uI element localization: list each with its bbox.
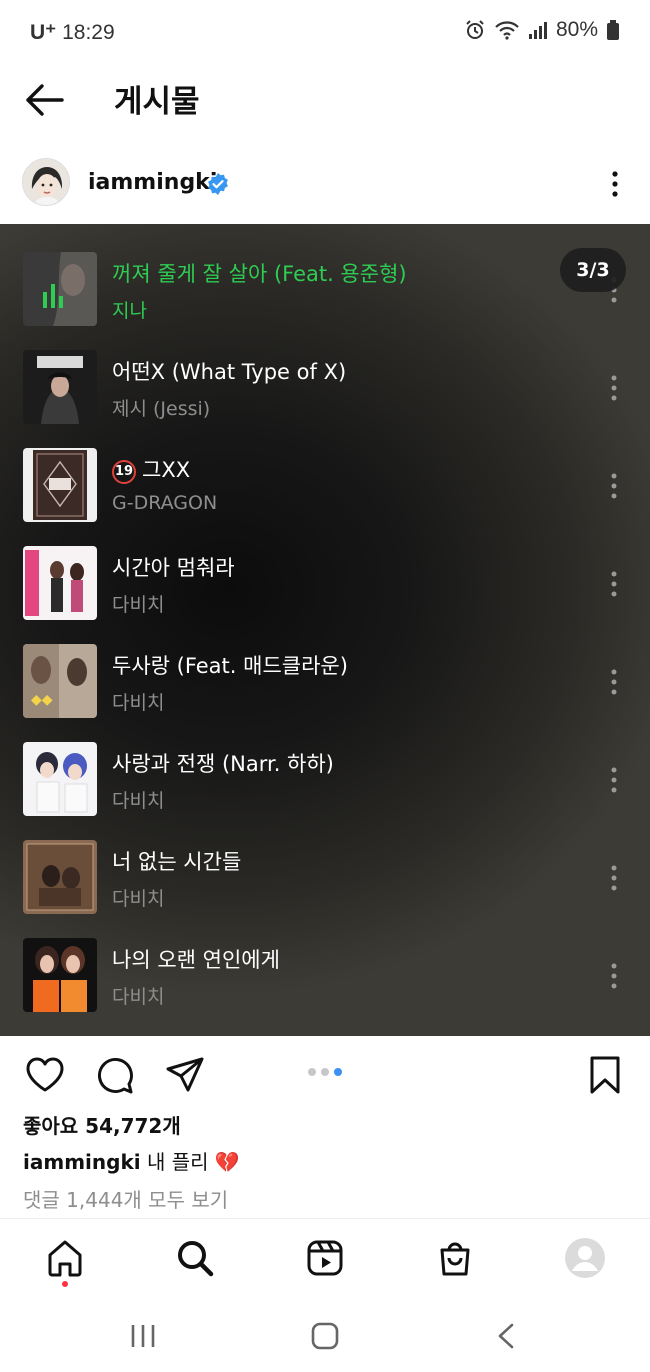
avatar-illustration	[23, 159, 69, 205]
track-more-icon[interactable]	[604, 568, 624, 600]
playlist-track[interactable]: 어떤X (What Type of X) 제시 (Jessi)	[0, 322, 650, 424]
track-artist: 다비치	[112, 594, 165, 616]
post-media[interactable]: 3/3 꺼져 줄게 잘 살아 (Feat. 용준형) 지나 어떤X (What …	[0, 224, 650, 1036]
track-more-icon[interactable]	[604, 470, 624, 502]
comment-icon[interactable]	[94, 1054, 136, 1096]
post-caption: iammingki 내 플리 💔	[23, 1146, 240, 1175]
track-artist: G-DRAGON	[112, 492, 218, 514]
explicit-19-badge: 19	[112, 460, 136, 484]
track-title: 시간아 멈춰라	[112, 556, 235, 580]
post-header: 게시물	[0, 62, 650, 142]
playlist-track[interactable]: 19 그XX G-DRAGON	[0, 420, 650, 522]
carousel-dot	[321, 1068, 329, 1076]
track-artist: 다비치	[112, 986, 165, 1008]
track-artist: 제시 (Jessi)	[112, 398, 211, 420]
status-bar: U⁺ 18:29 80%	[0, 0, 650, 62]
playlist-track[interactable]: 시간아 멈춰라 다비치	[0, 518, 650, 620]
like-count[interactable]: 좋아요 54,772개	[23, 1110, 181, 1139]
bottom-nav	[0, 1218, 650, 1300]
track-title: 사랑과 전쟁 (Narr. 하하)	[112, 752, 334, 776]
carousel-dot	[308, 1068, 316, 1076]
playlist-track[interactable]: ◆◆ 두사랑 (Feat. 매드클라운) 다비치	[0, 616, 650, 718]
heart-icon[interactable]	[24, 1054, 66, 1096]
battery-icon	[607, 20, 619, 40]
track-artist: 다비치	[112, 888, 165, 910]
album-cover	[23, 546, 97, 620]
track-title: 너 없는 시간들	[112, 850, 242, 874]
track-title: 19 그XX	[112, 454, 190, 484]
album-cover	[23, 840, 97, 914]
caption-username[interactable]: iammingki	[23, 1150, 141, 1174]
playlist-track[interactable]: 꺼져 줄게 잘 살아 (Feat. 용준형) 지나	[0, 224, 650, 326]
signal-icon	[528, 22, 547, 39]
media-counter: 3/3	[560, 248, 626, 292]
svg-text:◆◆: ◆◆	[31, 692, 53, 708]
battery-percent: 80%	[555, 18, 598, 41]
track-title: 나의 오랜 연인에게	[112, 948, 280, 972]
post-author-row: iammingki	[0, 150, 650, 222]
carrier-label: U⁺ 18:29	[30, 21, 115, 44]
recents-icon[interactable]	[128, 1322, 158, 1350]
post-actions	[0, 1036, 650, 1112]
track-more-icon[interactable]	[604, 372, 624, 404]
page-title: 게시물	[114, 84, 200, 120]
caption-text: 내 플리 💔	[140, 1150, 240, 1174]
search-icon[interactable]	[174, 1237, 216, 1279]
post-username[interactable]: iammingki	[88, 170, 217, 195]
track-artist: 지나	[112, 300, 147, 322]
reels-icon[interactable]	[304, 1237, 346, 1279]
album-cover	[23, 742, 97, 816]
arrow-left-icon[interactable]	[22, 80, 66, 120]
profile-icon[interactable]	[564, 1237, 606, 1279]
playlist-track[interactable]: 사랑과 전쟁 (Narr. 하하) 다비치	[0, 714, 650, 816]
track-title-text: 그XX	[142, 458, 191, 482]
verified-badge-icon	[208, 173, 228, 195]
track-title: 두사랑 (Feat. 매드클라운)	[112, 654, 348, 678]
alarm-icon	[466, 20, 484, 39]
home-icon[interactable]	[44, 1237, 86, 1279]
track-more-icon[interactable]	[604, 862, 624, 894]
album-cover	[23, 448, 97, 522]
system-nav-bar	[0, 1300, 650, 1372]
more-options-icon[interactable]	[600, 166, 630, 202]
status-time: 18:29	[62, 21, 115, 44]
avatar[interactable]	[22, 158, 70, 206]
view-comments-link[interactable]: 댓글 1,444개 모두 보기	[23, 1184, 228, 1213]
album-cover	[23, 350, 97, 424]
album-cover	[23, 252, 97, 326]
playlist-track[interactable]: 너 없는 시간들 다비치	[0, 812, 650, 914]
carousel-indicator	[308, 1068, 342, 1076]
bookmark-icon[interactable]	[584, 1054, 626, 1096]
track-more-icon[interactable]	[604, 764, 624, 796]
equalizer-icon	[43, 292, 47, 308]
wifi-icon	[495, 21, 519, 40]
system-back-icon[interactable]	[494, 1322, 518, 1350]
track-more-icon[interactable]	[604, 960, 624, 992]
track-title: 꺼져 줄게 잘 살아 (Feat. 용준형)	[112, 262, 407, 286]
carousel-dot-active	[334, 1068, 342, 1076]
album-cover: ◆◆	[23, 644, 97, 718]
album-cover	[23, 938, 97, 1012]
track-title: 어떤X (What Type of X)	[112, 360, 347, 384]
playlist-track[interactable]: 나의 오랜 연인에게 다비치	[0, 910, 650, 1012]
share-icon[interactable]	[164, 1054, 206, 1096]
notification-dot	[62, 1281, 68, 1287]
shop-icon[interactable]	[434, 1237, 476, 1279]
status-icons: 80%	[464, 18, 620, 42]
track-artist: 다비치	[112, 692, 165, 714]
home-button-icon[interactable]	[310, 1322, 340, 1350]
track-artist: 다비치	[112, 790, 165, 812]
track-more-icon[interactable]	[604, 666, 624, 698]
